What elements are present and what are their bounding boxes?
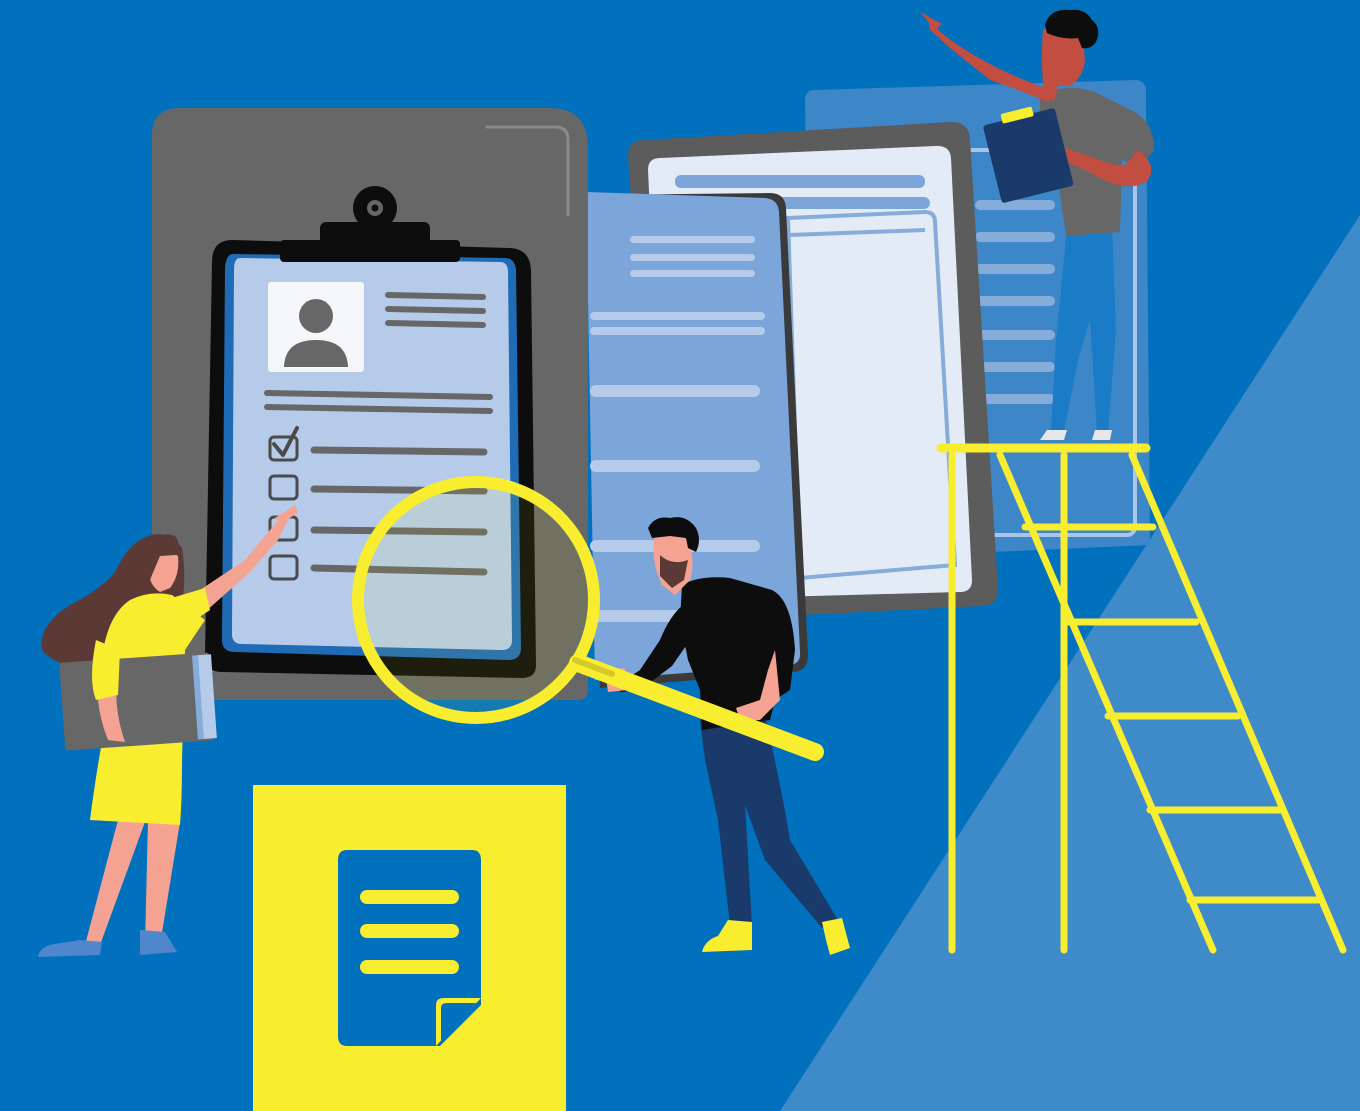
illustration-scene [0, 0, 1360, 1111]
illustration-svg [0, 0, 1360, 1111]
document-tile [253, 785, 566, 1111]
document-icon [338, 850, 481, 1046]
profile-avatar-icon [268, 282, 364, 372]
